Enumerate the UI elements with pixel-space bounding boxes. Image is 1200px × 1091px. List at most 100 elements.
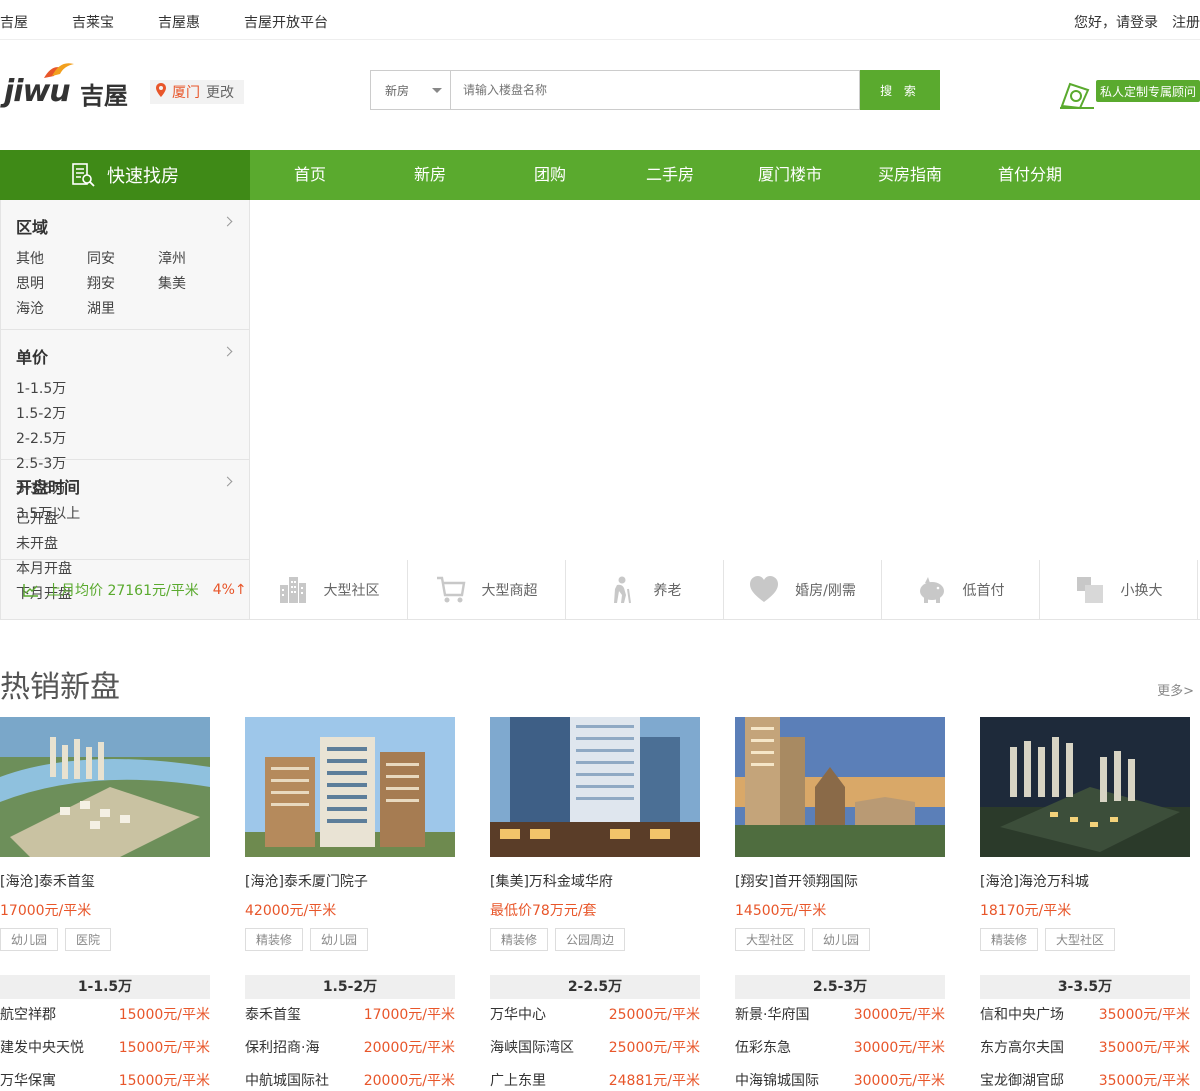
city-selector[interactable]: 厦门 更改 (150, 80, 244, 104)
list-item-price: 15000元/平米 (118, 1007, 210, 1023)
filter-opening-title[interactable]: 开盘时间 (16, 474, 234, 500)
filter-option[interactable]: 湖里 (87, 298, 158, 323)
nav-item-group-buy[interactable]: 团购 (490, 150, 610, 200)
listing-name[interactable]: [翔安]首开领翔国际 (735, 871, 945, 891)
price-range-band[interactable]: 2-2.5万 (490, 975, 700, 999)
filter-region-title[interactable]: 区域 (16, 214, 234, 240)
login-link[interactable]: 您好，请登录 (1074, 12, 1158, 32)
filter-option[interactable]: 已开盘 (16, 508, 128, 533)
nav-item-market[interactable]: 厦门楼市 (730, 150, 850, 200)
list-item-name: 万华保寓 (0, 1073, 56, 1089)
tag-elderly-care[interactable]: 养老 (566, 560, 724, 620)
filter-option[interactable]: 其他 (16, 248, 87, 273)
filter-option[interactable]: 1.5-2万 (16, 403, 128, 428)
tag-low-down-payment[interactable]: 低首付 (882, 560, 1040, 620)
list-item-name: 广上东里 (490, 1073, 546, 1089)
price-range-band[interactable]: 1-1.5万 (0, 975, 210, 999)
tag-large-community[interactable]: 大型社区 (250, 560, 408, 620)
top-link-jilaibao[interactable]: 吉莱宝 (72, 12, 114, 32)
search-category-label: 新房 (385, 83, 410, 98)
filter-option[interactable]: 翔安 (87, 273, 158, 298)
listing-name[interactable]: [海沧]泰禾首玺 (0, 871, 210, 891)
tag-large-mall[interactable]: 大型商超 (408, 560, 566, 620)
top-link-jiwuhui[interactable]: 吉屋惠 (158, 12, 200, 32)
list-item-name: 航空祥郡 (0, 1007, 56, 1023)
list-item-price: 35000元/平米 (1098, 1007, 1190, 1023)
filter-option[interactable]: 漳州 (158, 248, 229, 273)
list-item[interactable]: 万华中心 25000元/平米 (490, 999, 700, 1032)
more-link[interactable]: 更多> (1157, 680, 1194, 699)
filter-option[interactable]: 海沧 (16, 298, 87, 323)
search-category-select[interactable]: 新房 (370, 70, 450, 110)
list-item[interactable]: 泰禾首玺 17000元/平米 (245, 999, 455, 1032)
list-item[interactable]: 东方高尔夫国 35000元/平米 (980, 1032, 1190, 1065)
quick-find-button[interactable]: 快速找房 (0, 150, 250, 200)
filter-option[interactable]: 集美 (158, 273, 229, 298)
logo[interactable]: jiwu 吉屋 (4, 60, 139, 110)
listing-card[interactable]: [海沧]泰禾首玺 17000元/平米 幼儿园 医院 1-1.5万 航空祥郡 150… (0, 717, 210, 1091)
filter-option[interactable]: 未开盘 (16, 533, 128, 558)
tag-upgrade-size[interactable]: 小换大 (1040, 560, 1198, 620)
banner-area[interactable] (250, 200, 1200, 560)
avg-price-info[interactable]: 上月均价 27161元/平米 4%↑ (1, 560, 249, 620)
price-range-list: 泰禾首玺 17000元/平米 保利招商·海 20000元/平米 中航城国际社 2000… (245, 999, 455, 1091)
filter-option[interactable]: 2-2.5万 (16, 428, 128, 453)
list-item-price: 15000元/平米 (118, 1040, 210, 1056)
listing-name[interactable]: [集美]万科金域华府 (490, 871, 700, 891)
list-item[interactable]: 航空祥郡 15000元/平米 (0, 999, 210, 1032)
listing-photo[interactable] (0, 717, 210, 857)
list-item[interactable]: 海峡国际湾区 25000元/平米 (490, 1032, 700, 1065)
price-range-band[interactable]: 3-3.5万 (980, 975, 1190, 999)
price-range-band[interactable]: 1.5-2万 (245, 975, 455, 999)
register-link[interactable]: 注册 (1172, 12, 1200, 32)
listing-card[interactable]: [翔安]首开领翔国际 14500元/平米 大型社区 幼儿园 2.5-3万 新景·… (735, 717, 945, 1091)
list-item[interactable]: 广上东里 24881元/平米 (490, 1065, 700, 1091)
list-item[interactable]: 万华保寓 15000元/平米 (0, 1065, 210, 1091)
listing-photo[interactable] (490, 717, 700, 857)
listing-card[interactable]: [集美]万科金域华府 最低价78万元/套 精装修 公园周边 2-2.5万 万华中… (490, 717, 700, 1091)
list-item[interactable]: 信和中央广场 35000元/平米 (980, 999, 1190, 1032)
listing-photo[interactable] (245, 717, 455, 857)
filter-price-title[interactable]: 单价 (16, 344, 234, 370)
tag-wedding-home[interactable]: 婚房/刚需 (724, 560, 882, 620)
feature-badge: 大型社区 (1045, 928, 1116, 951)
list-item-price: 25000元/平米 (608, 1007, 700, 1023)
nav-item-second-hand[interactable]: 二手房 (610, 150, 730, 200)
top-link-open-platform[interactable]: 吉屋开放平台 (244, 12, 328, 32)
city-change-link[interactable]: 更改 (206, 82, 234, 102)
price-range-band[interactable]: 2.5-3万 (735, 975, 945, 999)
nav-item-home[interactable]: 首页 (250, 150, 370, 200)
top-link-jiwu[interactable]: 吉屋 (0, 12, 28, 32)
login-area: 您好，请登录 注册 (1074, 12, 1200, 32)
list-item[interactable]: 中航城国际社 20000元/平米 (245, 1065, 455, 1091)
listing-name[interactable]: [海沧]泰禾厦门院子 (245, 871, 455, 891)
list-item[interactable]: 宝龙御湖官邸 35000元/平米 (980, 1065, 1190, 1091)
listing-photo[interactable] (980, 717, 1190, 857)
filter-option[interactable]: 同安 (87, 248, 158, 273)
filter-option[interactable]: 思明 (16, 273, 87, 298)
listing-card[interactable]: [海沧]海沧万科城 18170元/平米 精装修 大型社区 3-3.5万 信和中央… (980, 717, 1190, 1091)
nav-item-guide[interactable]: 买房指南 (850, 150, 970, 200)
feature-badge: 大型社区 (735, 928, 806, 951)
search-input[interactable] (450, 70, 860, 110)
filter-opening: 开盘时间 已开盘 未开盘 本月开盘 下月开盘 (1, 460, 249, 602)
list-item[interactable]: 保利招商·海 20000元/平米 (245, 1032, 455, 1065)
list-item[interactable]: 建发中央天悦 15000元/平米 (0, 1032, 210, 1065)
listing-price: 最低价78万元/套 (490, 903, 597, 919)
nav-item-installment[interactable]: 首付分期 (970, 150, 1090, 200)
consultant-banner[interactable]: 私人定制专属顾问 (1058, 78, 1200, 110)
listing-card[interactable]: [海沧]泰禾厦门院子 42000元/平米 精装修 幼儿园 1.5-2万 泰禾首玺… (245, 717, 455, 1091)
tag-label: 婚房/刚需 (795, 583, 856, 599)
filter-option[interactable]: 1-1.5万 (16, 378, 128, 403)
listing-photo[interactable] (735, 717, 945, 857)
consultant-label: 私人定制专属顾问 (1096, 80, 1200, 102)
list-item[interactable]: 伍彩东急 30000元/平米 (735, 1032, 945, 1065)
list-item[interactable]: 新景·华府国 30000元/平米 (735, 999, 945, 1032)
nav-item-new-homes[interactable]: 新房 (370, 150, 490, 200)
listing-name[interactable]: [海沧]海沧万科城 (980, 871, 1190, 891)
list-item[interactable]: 中海锦城国际 30000元/平米 (735, 1065, 945, 1091)
search-button[interactable]: 搜 索 (860, 70, 940, 110)
list-item-name: 新景·华府国 (735, 1007, 810, 1023)
list-item-price: 20000元/平米 (363, 1040, 455, 1056)
squares-icon (1076, 577, 1103, 603)
